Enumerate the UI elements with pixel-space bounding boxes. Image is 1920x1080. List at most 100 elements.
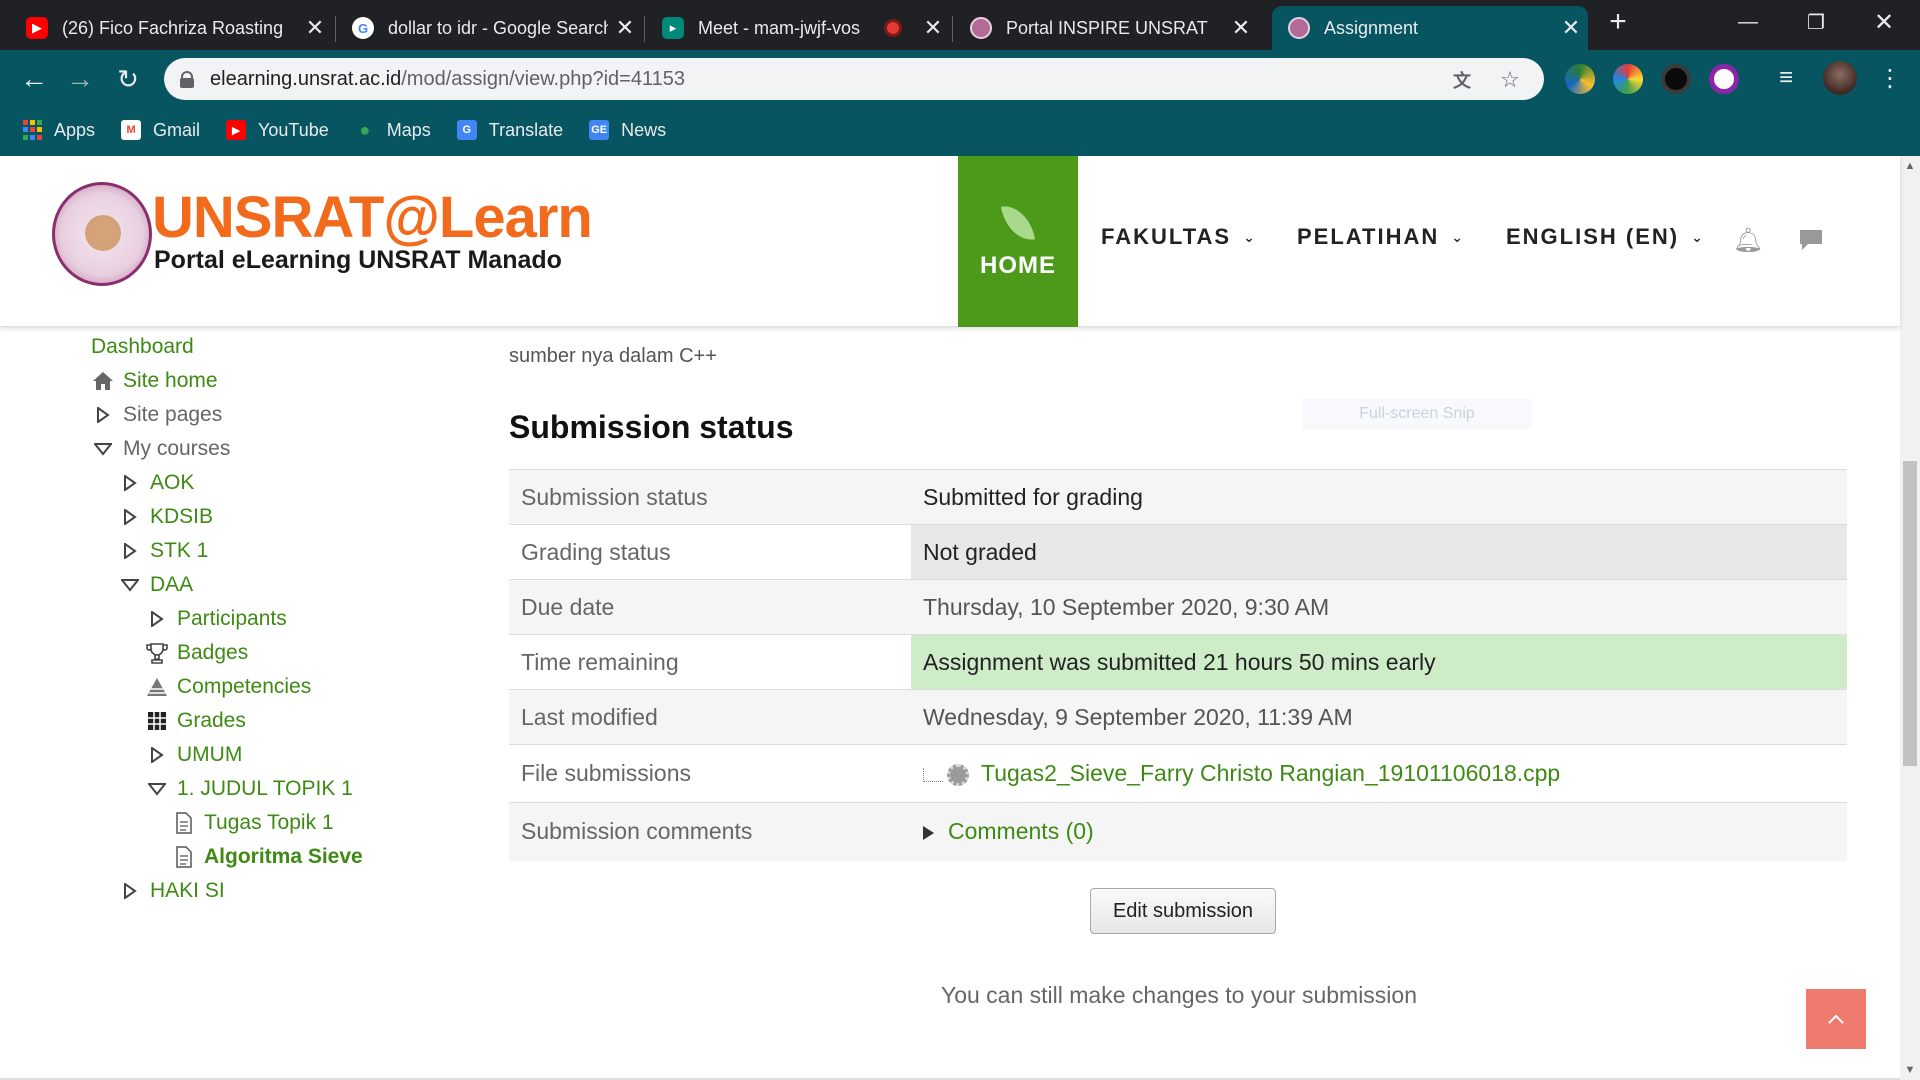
nav-fakultas[interactable]: FAKULTAS ⌄ <box>1101 224 1257 250</box>
bookmark-translate[interactable]: G Translate <box>456 119 564 141</box>
sidebar-item-participants[interactable]: Participants <box>145 604 287 634</box>
sidebar-item-label: UMUM <box>177 743 243 766</box>
row-label: Submission status <box>509 469 911 525</box>
bookmark-youtube[interactable]: ▶ YouTube <box>226 120 329 141</box>
section-title: Submission status <box>509 409 794 445</box>
bookmark-label: Maps <box>386 119 431 140</box>
sidebar-item-aok[interactable]: AOK <box>118 468 194 498</box>
translate-page-icon[interactable]: 文 <box>1450 68 1474 92</box>
new-tab-icon[interactable]: + <box>1594 0 1642 44</box>
pyramid-icon <box>145 675 169 699</box>
address-bar[interactable]: elearning.unsrat.ac.id/mod/assign/view.p… <box>164 58 1544 100</box>
media-control-icon[interactable]: ≡ <box>1771 64 1801 94</box>
scroll-down-arrow-icon[interactable]: ▼ <box>1900 1060 1920 1080</box>
sidebar-item-tugas-topik-1[interactable]: Tugas Topik 1 <box>172 808 334 838</box>
home-nav-button[interactable]: HOME <box>958 156 1078 327</box>
extension-icon[interactable] <box>1661 64 1691 94</box>
message-icon[interactable] <box>1797 226 1825 254</box>
browser-tab[interactable]: Portal INSPIRE UNSRAT ✕ <box>954 6 1258 50</box>
unsrat-seal-logo[interactable] <box>52 182 152 286</box>
sidebar-item-algoritma-sieve[interactable]: Algoritma Sieve <box>172 842 363 872</box>
notification-bell-icon[interactable]: 🔔︎ <box>1733 226 1763 254</box>
bookmarks-bar: Apps M Gmail ▶ YouTube ● Maps G Translat… <box>0 110 692 150</box>
expanded-triangle-icon <box>118 573 142 597</box>
site-logo-title[interactable]: UNSRAT@Learn <box>152 184 593 251</box>
browser-tab[interactable]: ▸ Meet - mam-jwjf-vos ✕ <box>646 6 950 50</box>
expand-triangle-icon[interactable] <box>923 826 934 841</box>
bookmark-maps[interactable]: ● Maps <box>355 119 431 141</box>
document-icon <box>172 811 196 835</box>
reload-icon[interactable]: ↻ <box>108 59 148 99</box>
sidebar-item-badges[interactable]: Badges <box>145 638 248 668</box>
edit-submission-button[interactable]: Edit submission <box>1090 888 1276 934</box>
sidebar-item-kdsib[interactable]: KDSIB <box>118 502 213 532</box>
submitted-file-link[interactable]: Tugas2_Sieve_Farry Christo Rangian_19101… <box>981 760 1560 786</box>
minimize-icon[interactable]: — <box>1720 0 1776 44</box>
bookmark-label: YouTube <box>258 119 329 140</box>
tab-title: Portal INSPIRE UNSRAT <box>1006 17 1208 38</box>
bookmark-label: Apps <box>54 119 96 140</box>
sidebar-item-dashboard[interactable]: Dashboard <box>91 332 194 362</box>
file-submission-cell: Tugas2_Sieve_Farry Christo Rangian_19101… <box>911 744 1847 803</box>
sidebar-item-competencies[interactable]: Competencies <box>145 672 311 702</box>
kebab-menu-icon[interactable]: ⋮ <box>1875 64 1905 94</box>
sidebar-item-site-pages[interactable]: Site pages <box>91 400 222 430</box>
extension-icon[interactable] <box>1613 64 1643 94</box>
row-label: Due date <box>509 579 911 635</box>
comments-link[interactable]: Comments (0) <box>948 818 1094 844</box>
table-row: Grading status Not graded <box>509 524 1847 580</box>
browser-tab[interactable]: ▶ (26) Fico Fachriza Roasting ✕ <box>10 6 332 50</box>
row-label: Last modified <box>509 689 911 745</box>
browser-tab[interactable]: G dollar to idr - Google Search ✕ <box>336 6 642 50</box>
bookmark-label: Translate <box>488 119 564 140</box>
extension-icon[interactable] <box>1565 64 1595 94</box>
bookmark-apps[interactable]: Apps <box>22 120 95 141</box>
bookmark-gmail[interactable]: M Gmail <box>121 120 200 141</box>
sidebar-item-stk1[interactable]: STK 1 <box>118 536 208 566</box>
row-value: Thursday, 10 September 2020, 9:30 AM <box>911 579 1847 635</box>
tab-title: (26) Fico Fachriza Roasting <box>62 17 284 38</box>
extension-icon[interactable] <box>1709 64 1739 94</box>
table-row: Submission status Submitted for grading <box>509 469 1847 525</box>
scrollbar-thumb[interactable] <box>1903 461 1917 766</box>
nav-pelatihan[interactable]: PELATIHAN ⌄ <box>1297 224 1465 250</box>
sidebar-item-label: My courses <box>123 437 231 460</box>
collapsed-triangle-icon <box>118 505 142 529</box>
back-to-top-button[interactable] <box>1806 989 1866 1049</box>
sidebar-item-haki-si[interactable]: HAKI SI <box>118 876 225 906</box>
nav-label: PELATIHAN <box>1297 224 1440 249</box>
browser-tab-active[interactable]: Assignment ✕ <box>1272 6 1588 50</box>
window-close-icon[interactable]: ✕ <box>1856 0 1912 44</box>
tab-close-icon[interactable]: ✕ <box>916 15 950 41</box>
row-value: Wednesday, 9 September 2020, 11:39 AM <box>911 689 1847 745</box>
tab-close-icon[interactable]: ✕ <box>608 15 642 41</box>
sidebar-item-my-courses[interactable]: My courses <box>91 434 230 464</box>
sidebar-item-umum[interactable]: UMUM <box>145 740 242 770</box>
meet-favicon-icon: ▸ <box>662 17 684 39</box>
tab-title: dollar to idr - Google Search <box>388 17 608 38</box>
tab-title: Assignment <box>1324 17 1419 38</box>
bookmark-news[interactable]: GE News <box>589 120 666 141</box>
comments-cell: Comments (0) <box>911 802 1847 861</box>
maps-pin-icon: ● <box>359 119 371 140</box>
home-icon <box>91 369 115 393</box>
forward-arrow-icon[interactable]: → <box>60 59 100 99</box>
tab-close-icon[interactable]: ✕ <box>1554 15 1588 41</box>
sidebar-item-site-home[interactable]: Site home <box>91 366 218 396</box>
nav-language[interactable]: ENGLISH (EN) ⌄ <box>1506 224 1705 250</box>
collapsed-triangle-icon <box>118 471 142 495</box>
tab-close-icon[interactable]: ✕ <box>1224 15 1258 41</box>
page-scrollbar[interactable]: ▲ ▼ <box>1900 156 1920 1080</box>
edit-submission-note: You can still make changes to your submi… <box>940 982 1417 1008</box>
profile-avatar[interactable] <box>1823 61 1857 95</box>
sidebar-item-daa[interactable]: DAA <box>118 570 193 600</box>
sidebar-item-judul-topik-1[interactable]: 1. JUDUL TOPIK 1 <box>145 774 353 804</box>
restore-icon[interactable]: ❐ <box>1788 0 1844 44</box>
back-arrow-icon[interactable]: ← <box>14 59 54 99</box>
scroll-up-arrow-icon[interactable]: ▲ <box>1900 156 1920 176</box>
tab-close-icon[interactable]: ✕ <box>298 15 332 41</box>
assignment-description: sumber nya dalam C++ <box>509 345 717 367</box>
unsrat-favicon-icon <box>970 17 992 39</box>
sidebar-item-grades[interactable]: Grades <box>145 706 246 736</box>
bookmark-star-icon[interactable]: ☆ <box>1498 67 1522 92</box>
